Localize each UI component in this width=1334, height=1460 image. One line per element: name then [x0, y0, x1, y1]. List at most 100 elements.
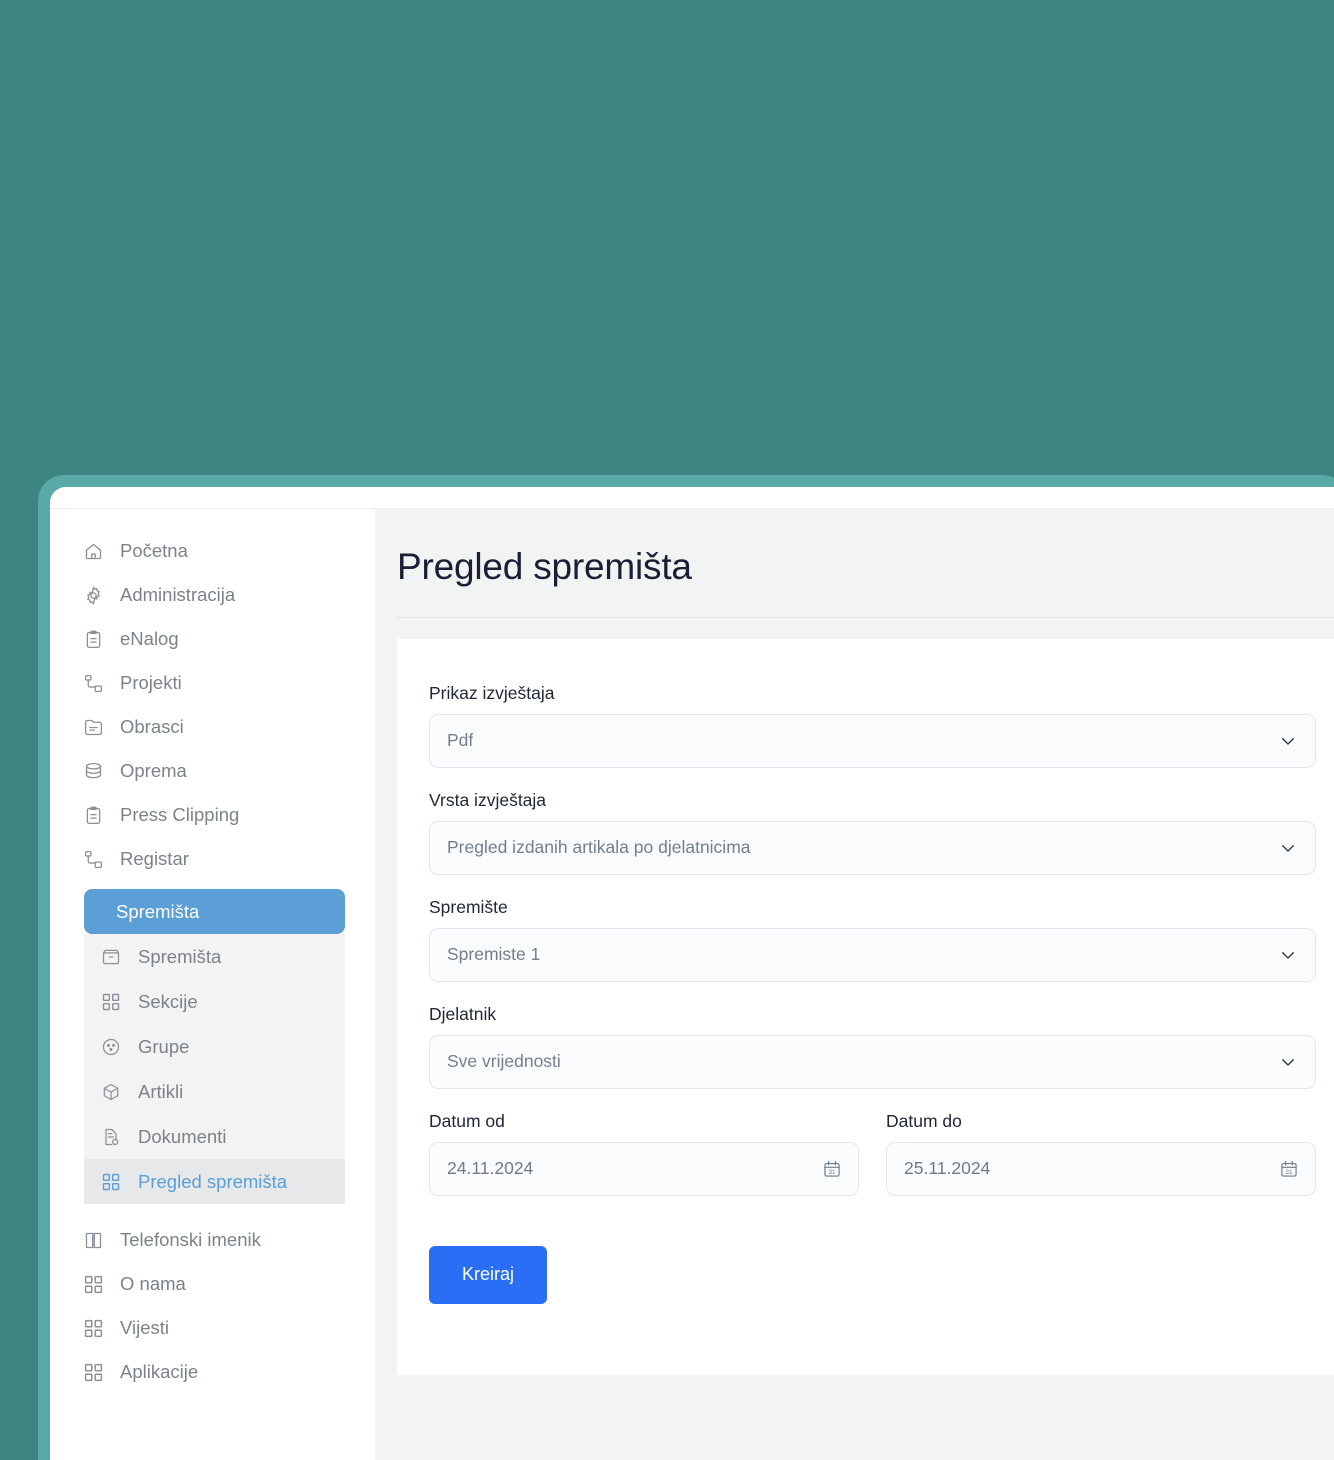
- employee-select[interactable]: Sve vrijednosti: [429, 1034, 1316, 1089]
- sidebar-item-oprema[interactable]: Oprema: [50, 749, 375, 793]
- sidebar-submenu: Spremišta Sekcije Grupe Artikli Dokument…: [84, 934, 345, 1204]
- sidebar-item-aplikacije[interactable]: Aplikacije: [50, 1350, 375, 1394]
- sidebar-item-pocetna[interactable]: Početna: [50, 529, 375, 573]
- select-value: Pdf: [447, 730, 474, 751]
- date-from-input[interactable]: 24.11.2024 31: [429, 1141, 859, 1196]
- sidebar-item-label: Telefonski imenik: [120, 1229, 261, 1250]
- form-icon: [82, 716, 104, 738]
- grid-icon: [100, 1171, 122, 1193]
- field-date-from: Datum od 24.11.2024 31: [429, 1111, 859, 1196]
- sidebar-item-label: Vijesti: [120, 1317, 170, 1338]
- field-date-to: Datum do 25.11.2024 31: [886, 1111, 1316, 1196]
- report-type-select[interactable]: Pregled izdanih artikala po djelatnicima: [429, 820, 1316, 875]
- sidebar-subitem-spremista[interactable]: Spremišta: [84, 934, 345, 979]
- create-report-button[interactable]: Kreiraj: [429, 1245, 547, 1304]
- sidebar-subitem-label: Sekcije: [138, 990, 198, 1012]
- document-icon: [100, 1126, 122, 1148]
- sidebar-item-label: Obrasci: [120, 716, 184, 737]
- report-form-card: Prikaz izvještaja Pdf Vrsta izvještaja P…: [397, 638, 1334, 1375]
- field-employee: Djelatnik Sve vrijednosti: [429, 1004, 1316, 1089]
- sidebar-subitem-artikli[interactable]: Artikli: [84, 1069, 345, 1114]
- chevron-down-icon: [1279, 946, 1297, 964]
- chevron-down-icon: [1279, 839, 1297, 857]
- window-body: Početna Administracija eNalog Projekti O…: [50, 509, 1334, 1460]
- field-label: Vrsta izvještaja: [429, 789, 547, 810]
- sidebar-subitem-sekcije[interactable]: Sekcije: [84, 979, 345, 1024]
- sidebar-item-label: Press Clipping: [120, 804, 240, 825]
- sidebar: Početna Administracija eNalog Projekti O…: [50, 509, 375, 1460]
- sidebar-item-telefonski-imenik[interactable]: Telefonski imenik: [50, 1218, 375, 1262]
- home-icon: [82, 540, 104, 562]
- box-icon: [100, 1081, 122, 1103]
- sidebar-item-label: Aplikacije: [120, 1361, 199, 1382]
- sidebar-item-label: O nama: [120, 1273, 186, 1294]
- date-value: 25.11.2024: [904, 1158, 991, 1179]
- calendar-icon[interactable]: 31: [822, 1159, 842, 1179]
- field-label: Datum od: [429, 1110, 505, 1131]
- field-label: Prikaz izvještaja: [429, 682, 555, 703]
- storage-select[interactable]: Spremiste 1: [429, 927, 1316, 982]
- svg-text:31: 31: [1286, 1169, 1293, 1176]
- sidebar-subitem-dokumenti[interactable]: Dokumenti: [84, 1114, 345, 1159]
- field-label: Spremište: [429, 896, 508, 917]
- calendar-icon[interactable]: 31: [1279, 1159, 1299, 1179]
- flow-icon: [82, 848, 104, 870]
- sidebar-item-administracija[interactable]: Administracija: [50, 573, 375, 617]
- chevron-down-icon: [1279, 732, 1297, 750]
- sidebar-item-label: Početna: [120, 540, 188, 561]
- sidebar-subitem-label: Artikli: [138, 1080, 184, 1102]
- sidebar-subitem-label: Grupe: [138, 1035, 190, 1057]
- sidebar-item-spremista-parent[interactable]: Spremišta: [84, 889, 345, 939]
- sidebar-item-label: Oprema: [120, 760, 187, 781]
- circle-dots-icon: [100, 1036, 122, 1058]
- field-report-format: Prikaz izvještaja Pdf: [429, 683, 1316, 768]
- grid-icon: [82, 1273, 104, 1295]
- sidebar-top-group: Početna Administracija eNalog Projekti O…: [50, 529, 375, 881]
- sidebar-item-enalog[interactable]: eNalog: [50, 617, 375, 661]
- sidebar-subitem-pregled-spremista[interactable]: Pregled spremišta: [84, 1159, 345, 1204]
- window-inner: Početna Administracija eNalog Projekti O…: [50, 487, 1334, 1460]
- select-value: Pregled izdanih artikala po djelatnicima: [447, 837, 751, 858]
- archive-icon: [100, 946, 122, 968]
- sidebar-item-projekti[interactable]: Projekti: [50, 661, 375, 705]
- date-range-row: Datum od 24.11.2024 31 Datum do 25.11.20…: [429, 1111, 1316, 1196]
- report-format-select[interactable]: Pdf: [429, 713, 1316, 768]
- select-value: Sve vrijednosti: [447, 1051, 561, 1072]
- sidebar-item-registar[interactable]: Registar: [50, 837, 375, 881]
- sidebar-item-label: Registar: [120, 848, 189, 869]
- date-to-input[interactable]: 25.11.2024 31: [886, 1141, 1316, 1196]
- sidebar-item-obrasci[interactable]: Obrasci: [50, 705, 375, 749]
- grid-icon: [100, 991, 122, 1013]
- header-divider: [397, 616, 1334, 618]
- page-header: Pregled spremišta: [375, 509, 1334, 588]
- sidebar-item-label: Projekti: [120, 672, 182, 693]
- page-title: Pregled spremišta: [397, 546, 692, 587]
- chevron-down-icon: [1279, 1053, 1297, 1071]
- sidebar-item-vijesti[interactable]: Vijesti: [50, 1306, 375, 1350]
- flow-icon: [82, 672, 104, 694]
- sidebar-subitem-label: Pregled spremišta: [138, 1170, 288, 1192]
- grid-icon: [82, 1361, 104, 1383]
- app-window: Početna Administracija eNalog Projekti O…: [38, 475, 1334, 1460]
- clipboard-icon: [82, 628, 104, 650]
- sidebar-item-press-clipping[interactable]: Press Clipping: [50, 793, 375, 837]
- main-content: Pregled spremišta Prikaz izvještaja Pdf: [375, 509, 1334, 1460]
- sidebar-item-label: Spremišta: [116, 900, 200, 922]
- select-value: Spremiste 1: [447, 944, 541, 965]
- gear-icon: [82, 584, 104, 606]
- database-icon: [82, 760, 104, 782]
- window-chrome-strip: [50, 487, 1334, 509]
- field-label: Datum do: [886, 1110, 962, 1131]
- clipboard-icon: [82, 804, 104, 826]
- sidebar-item-o-nama[interactable]: O nama: [50, 1262, 375, 1306]
- sidebar-subitem-label: Spremišta: [138, 945, 222, 967]
- svg-text:31: 31: [829, 1169, 836, 1176]
- field-report-type: Vrsta izvještaja Pregled izdanih artikal…: [429, 790, 1316, 875]
- sidebar-item-label: Administracija: [120, 584, 236, 605]
- sidebar-subitem-label: Dokumenti: [138, 1125, 227, 1147]
- grid-icon: [82, 1317, 104, 1339]
- sidebar-subitem-grupe[interactable]: Grupe: [84, 1024, 345, 1069]
- field-storage: Spremište Spremiste 1: [429, 897, 1316, 982]
- book-icon: [82, 1229, 104, 1251]
- date-value: 24.11.2024: [447, 1158, 534, 1179]
